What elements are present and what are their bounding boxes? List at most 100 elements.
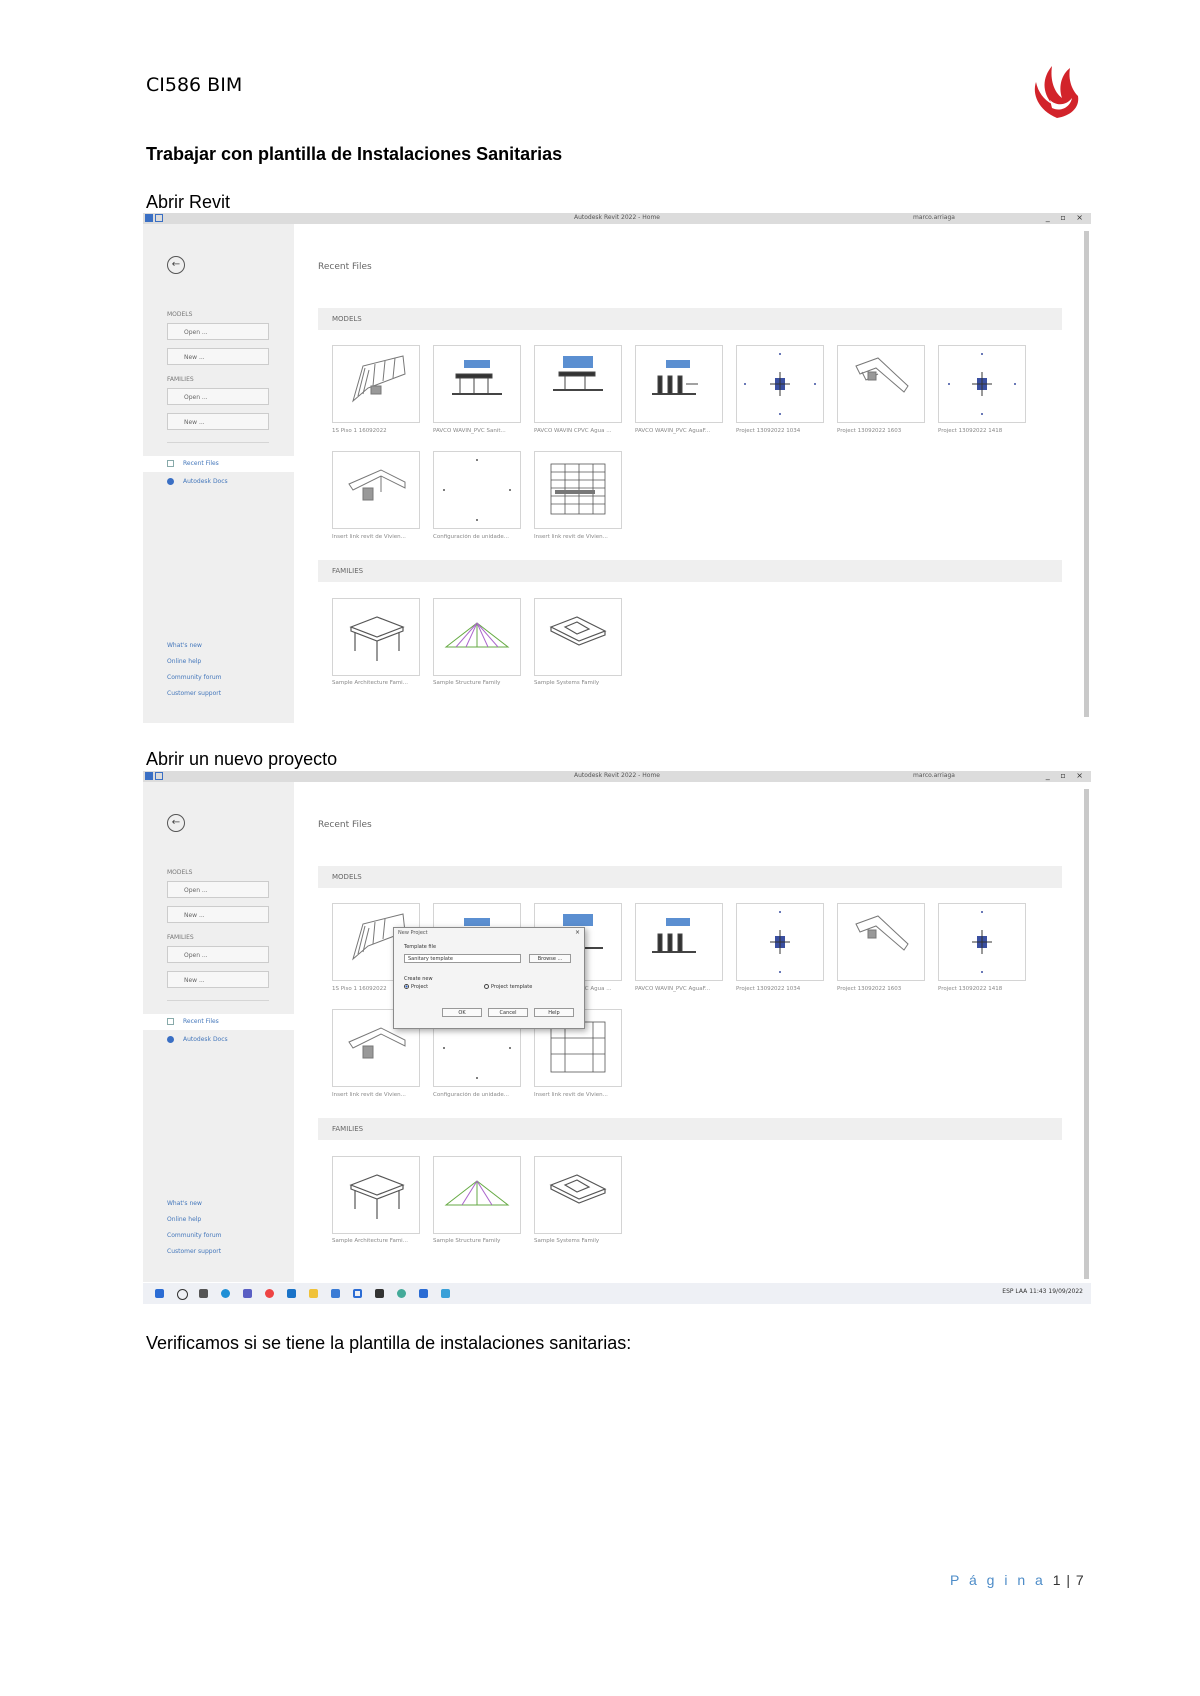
link-whats-new[interactable]: What's new [167, 1200, 202, 1207]
model-thumbnail[interactable] [433, 345, 521, 423]
search-icon[interactable] [177, 1289, 188, 1300]
sidebar: ← MODELS Open ... New ... FAMILIES Open … [143, 224, 294, 723]
ok-button[interactable]: OK [442, 1008, 482, 1017]
clock-date: 19/09/2022 [1048, 1288, 1083, 1295]
recent-files-title: Recent Files [318, 820, 372, 830]
open-family-button[interactable]: Open ... [167, 946, 269, 963]
edge-icon[interactable] [221, 1289, 230, 1298]
new-family-button[interactable]: New ... [167, 413, 269, 430]
recent-files-icon [167, 1018, 174, 1025]
new-model-button[interactable]: New ... [167, 348, 269, 365]
recent-files-icon [167, 460, 174, 467]
project-radio[interactable]: Project [404, 984, 428, 990]
store-icon[interactable] [331, 1289, 340, 1298]
family-caption: Sample Architecture Fami... [332, 680, 408, 686]
link-customer-support[interactable]: Customer support [167, 690, 221, 697]
chrome-icon[interactable] [265, 1289, 274, 1298]
sidebar-models-heading: MODELS [167, 869, 193, 876]
model-thumbnail[interactable] [635, 345, 723, 423]
revit-taskbar-icon[interactable] [419, 1289, 428, 1298]
new-model-button[interactable]: New ... [167, 906, 269, 923]
model-thumbnail[interactable] [534, 451, 622, 529]
back-arrow-icon[interactable]: ← [167, 256, 185, 274]
model-caption: Project 13092022 1418 [938, 428, 1003, 434]
family-thumbnail[interactable] [433, 1156, 521, 1234]
window-controls[interactable]: _ ▫ × [1046, 213, 1087, 222]
model-caption: Insert link revit de Vivien... [534, 534, 608, 540]
open-model-button[interactable]: Open ... [167, 323, 269, 340]
family-thumbnail[interactable] [534, 598, 622, 676]
families-section-header: FAMILIES [318, 1118, 1062, 1140]
family-caption: Sample Structure Family [433, 1238, 501, 1244]
link-online-help[interactable]: Online help [167, 658, 201, 665]
terminal-icon[interactable] [375, 1289, 384, 1298]
model-thumbnail[interactable] [938, 903, 1026, 981]
model-thumbnail[interactable] [736, 345, 824, 423]
link-community-forum[interactable]: Community forum [167, 674, 222, 681]
model-caption: Project 13092022 1603 [837, 428, 902, 434]
teams-icon[interactable] [243, 1289, 252, 1298]
app-icon[interactable] [353, 1289, 362, 1298]
new-project-dialog: New Project × Template file Sanitary tem… [393, 927, 585, 1029]
microphone-icon[interactable] [199, 1289, 208, 1298]
model-thumbnail[interactable] [736, 903, 824, 981]
scrollbar[interactable] [1084, 231, 1089, 717]
model-thumbnail[interactable] [837, 903, 925, 981]
project-template-radio[interactable]: Project template [484, 984, 532, 990]
autodesk-docs-icon [167, 478, 174, 485]
sidebar-item-autodesk-docs[interactable]: Autodesk Docs [143, 474, 294, 490]
system-tray[interactable]: ESP LAA 11:43 19/09/2022 [1002, 1288, 1083, 1295]
link-online-help[interactable]: Online help [167, 1216, 201, 1223]
template-file-select[interactable]: Sanitary template [404, 954, 521, 963]
link-community-forum[interactable]: Community forum [167, 1232, 222, 1239]
family-thumbnail[interactable] [433, 598, 521, 676]
title-bar: Autodesk Revit 2022 - Home marco.arriaga… [143, 213, 1091, 224]
model-thumbnail[interactable] [938, 345, 1026, 423]
model-caption: PAVCO WAVIN CPVC Agua ... [534, 428, 612, 434]
family-thumbnail[interactable] [332, 1156, 420, 1234]
sidebar-item-label: Recent Files [183, 460, 219, 467]
scrollbar[interactable] [1084, 789, 1089, 1279]
open-family-button[interactable]: Open ... [167, 388, 269, 405]
chrome-profile-icon[interactable] [397, 1289, 406, 1298]
new-family-button[interactable]: New ... [167, 971, 269, 988]
windows-taskbar: ESP LAA 11:43 19/09/2022 [143, 1283, 1091, 1304]
link-whats-new[interactable]: What's new [167, 642, 202, 649]
model-thumbnail[interactable] [433, 451, 521, 529]
sidebar-item-autodesk-docs[interactable]: Autodesk Docs [143, 1032, 294, 1048]
family-caption: Sample Systems Family [534, 680, 600, 686]
help-button[interactable]: Help [534, 1008, 574, 1017]
model-caption: PAVCO WAVIN_PVC AguaF... [635, 428, 711, 434]
cancel-button[interactable]: Cancel [488, 1008, 528, 1017]
word-icon[interactable] [441, 1289, 450, 1298]
window-controls[interactable]: _ ▫ × [1046, 771, 1087, 780]
model-caption: PAVCO WAVIN_PVC AguaF... [635, 986, 711, 992]
close-icon[interactable]: × [575, 929, 580, 936]
sidebar-divider [167, 1000, 269, 1001]
dialog-title: New Project [398, 930, 428, 936]
user-label: marco.arriaga [913, 772, 955, 779]
template-file-label: Template file [404, 944, 437, 950]
create-new-label: Create new [404, 976, 433, 982]
start-icon[interactable] [155, 1289, 164, 1298]
model-caption: Project 13092022 1034 [736, 986, 801, 992]
model-caption: Project 13092022 1418 [938, 986, 1003, 992]
model-thumbnail[interactable] [837, 345, 925, 423]
open-model-button[interactable]: Open ... [167, 881, 269, 898]
model-thumbnail[interactable] [332, 345, 420, 423]
browse-button[interactable]: Browse ... [529, 954, 571, 963]
outlook-icon[interactable] [287, 1289, 296, 1298]
model-thumbnail[interactable] [332, 451, 420, 529]
model-thumbnail[interactable] [534, 345, 622, 423]
autodesk-docs-icon [167, 1036, 174, 1043]
sidebar-item-recent-files[interactable]: Recent Files [143, 1014, 294, 1030]
caption-new-project: Abrir un nuevo proyecto [146, 749, 338, 769]
model-thumbnail[interactable] [635, 903, 723, 981]
folder-icon[interactable] [309, 1289, 318, 1298]
revit-new-project-screenshot: Autodesk Revit 2022 - Home marco.arriaga… [143, 771, 1091, 1304]
sidebar-item-recent-files[interactable]: Recent Files [143, 456, 294, 472]
link-customer-support[interactable]: Customer support [167, 1248, 221, 1255]
back-arrow-icon[interactable]: ← [167, 814, 185, 832]
family-thumbnail[interactable] [534, 1156, 622, 1234]
family-thumbnail[interactable] [332, 598, 420, 676]
